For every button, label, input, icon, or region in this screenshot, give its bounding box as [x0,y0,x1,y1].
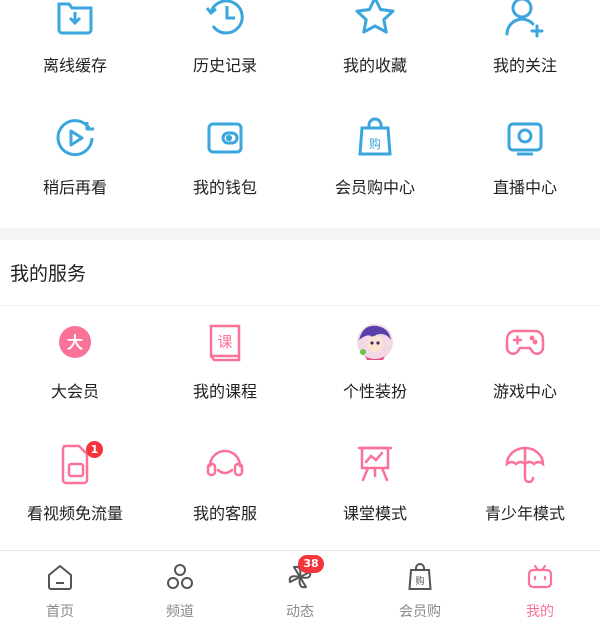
live-center-label: 直播中心 [492,178,557,197]
following-item[interactable]: 我的关注 [450,0,600,114]
tab-dynamics[interactable]: 38 动态 [240,551,360,630]
services-grid: 大 大会员 课 我的课程 个性装扮 游戏中心 1 看视频免流量 我的客服 课堂模… [0,318,600,562]
free-data-label: 看视频免流量 [26,504,123,523]
following-label: 我的关注 [492,56,557,75]
free-data-item[interactable]: 1 看视频免流量 [0,440,150,562]
vip-icon: 大 [59,326,91,358]
tab-dynamics-badge: 38 [298,555,324,573]
my-courses-label: 我的课程 [192,382,257,401]
live-tv-icon [507,122,543,156]
svg-text:购: 购 [415,575,424,587]
customer-service-item[interactable]: 我的客服 [150,440,300,562]
tab-mine-label: 我的 [526,604,554,620]
section-divider [0,228,600,240]
svg-text:大: 大 [67,333,83,352]
game-center-item[interactable]: 游戏中心 [450,318,600,440]
watch-later-icon [56,119,94,157]
costume-label: 个性装扮 [342,382,407,401]
tab-channels-label: 频道 [166,604,194,620]
teen-mode-label: 青少年模式 [484,504,565,523]
course-book-icon: 课 [209,324,241,362]
member-shop-center-item[interactable]: 购 会员购中心 [300,114,450,236]
live-center-item[interactable]: 直播中心 [450,114,600,236]
wallet-item[interactable]: 我的钱包 [150,114,300,236]
offline-cache-item[interactable]: 离线缓存 [0,0,150,114]
wallet-icon [207,122,243,154]
headset-icon [206,449,244,477]
costume-item[interactable]: 个性装扮 [300,318,450,440]
tab-home[interactable]: 首页 [0,551,120,630]
gamepad-icon [505,329,545,355]
tv-mascot-icon [527,564,553,589]
vip-item[interactable]: 大 大会员 [0,318,150,440]
tab-mine[interactable]: 我的 [480,551,600,630]
svg-text:课: 课 [217,333,232,351]
member-shop-center-label: 会员购中心 [334,178,415,197]
customer-service-label: 我的客服 [192,504,257,523]
history-clock-icon [205,0,244,35]
channels-icon [167,564,193,589]
offline-cache-label: 离线缓存 [42,56,107,75]
presentation-board-icon [357,446,393,482]
classroom-mode-item[interactable]: 课堂模式 [300,440,450,562]
free-data-badge: 1 [86,441,103,458]
favorites-label: 我的收藏 [342,56,407,75]
home-icon [48,565,72,590]
watch-later-label: 稍后再看 [42,178,107,197]
services-title: 我的服务 [10,263,87,285]
tab-channels[interactable]: 频道 [120,551,240,630]
game-center-label: 游戏中心 [492,382,557,401]
shopping-bag-icon: 购 [358,117,392,156]
tab-member-shop[interactable]: 购 会员购 [360,551,480,630]
tab-dynamics-label: 动态 [286,604,314,620]
svg-text:购: 购 [369,136,381,151]
tab-home-label: 首页 [46,604,74,620]
history-label: 历史记录 [192,56,257,75]
bottom-tab-bar: 首页 频道 38 动态 购 会员购 我的 [0,550,600,630]
star-icon [355,0,395,34]
watch-later-item[interactable]: 稍后再看 [0,114,150,236]
services-divider [0,305,600,306]
add-person-icon [505,0,544,38]
umbrella-icon [505,446,545,484]
quick-access-grid: 离线缓存 历史记录 我的收藏 我的关注 稍后再看 我的钱包 购 会员购中心 直播… [0,0,600,236]
classroom-mode-label: 课堂模式 [342,504,407,523]
vip-label: 大会员 [50,382,99,401]
my-courses-item[interactable]: 课 我的课程 [150,318,300,440]
wallet-label: 我的钱包 [192,178,257,197]
favorites-item[interactable]: 我的收藏 [300,0,450,114]
shopping-bag-icon: 购 [408,563,432,590]
history-item[interactable]: 历史记录 [150,0,300,114]
tab-member-shop-label: 会员购 [399,604,441,620]
avatar-costume-icon [357,324,393,360]
teen-mode-item[interactable]: 青少年模式 [450,440,600,562]
download-folder-icon [57,2,93,35]
